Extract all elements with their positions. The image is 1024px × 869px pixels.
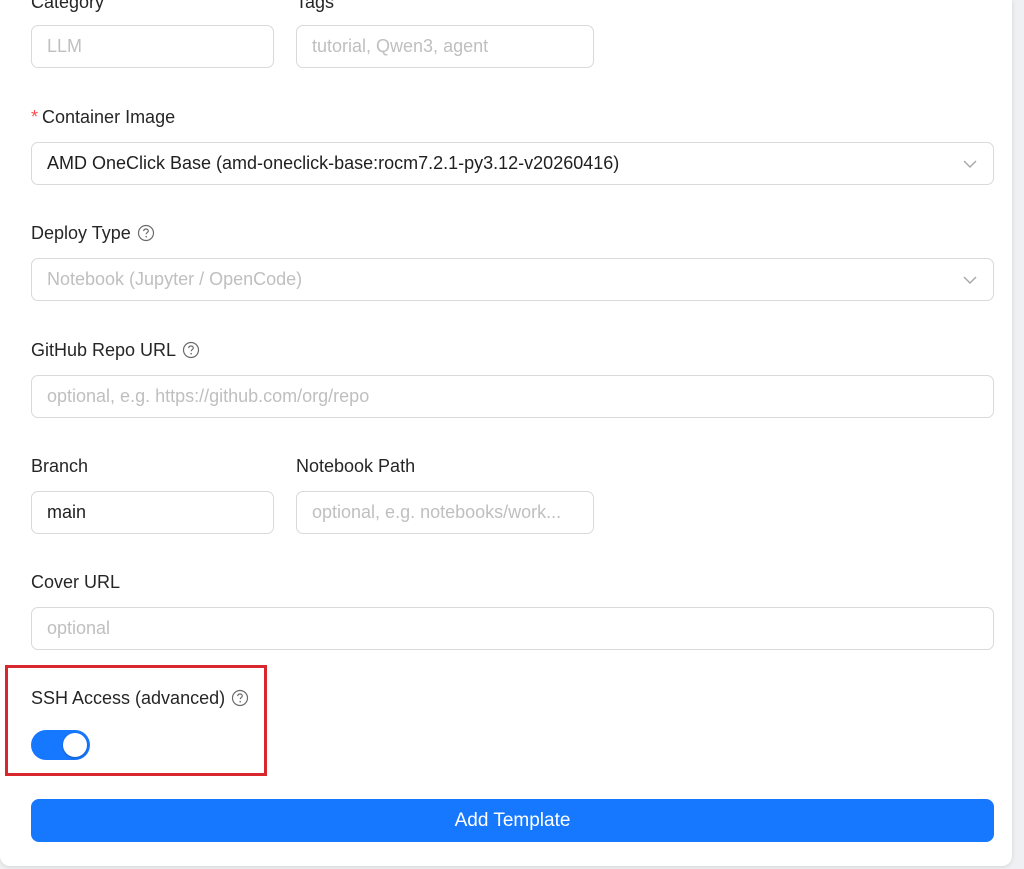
ssh-access-label: SSH Access (advanced) [31, 686, 249, 710]
chevron-down-icon [962, 156, 978, 172]
branch-input[interactable]: main [31, 491, 274, 534]
category-input[interactable]: LLM [31, 25, 274, 68]
chevron-down-icon [962, 272, 978, 288]
notebook-path-input[interactable]: optional, e.g. notebooks/work... [296, 491, 594, 534]
add-template-modal: Category LLM Tags tutorial, Qwen3, agent… [0, 0, 1012, 866]
container-image-select[interactable]: AMD OneClick Base (amd-oneclick-base:roc… [31, 142, 994, 185]
add-template-button[interactable]: Add Template [31, 799, 994, 842]
question-circle-icon[interactable] [231, 689, 249, 707]
required-mark: * [31, 107, 39, 127]
page: Category LLM Tags tutorial, Qwen3, agent… [0, 0, 1024, 869]
cover-url-label: Cover URL [31, 572, 121, 592]
github-repo-url-label: GitHub Repo URL [31, 338, 200, 362]
question-circle-icon[interactable] [137, 224, 155, 242]
toggle-knob [63, 733, 87, 757]
deploy-type-select[interactable]: Notebook (Jupyter / OpenCode) [31, 258, 994, 301]
question-circle-icon[interactable] [182, 341, 200, 359]
ssh-access-toggle[interactable] [31, 730, 90, 760]
category-label: Category [31, 0, 105, 12]
cover-url-input[interactable]: optional [31, 607, 994, 650]
branch-label: Branch [31, 456, 89, 476]
notebook-path-label: Notebook Path [296, 456, 416, 476]
container-image-label: * Container Image [31, 107, 176, 127]
tags-label: Tags [296, 0, 335, 12]
github-repo-url-input[interactable]: optional, e.g. https://github.com/org/re… [31, 375, 994, 418]
deploy-type-label: Deploy Type [31, 221, 155, 245]
tags-input[interactable]: tutorial, Qwen3, agent [296, 25, 594, 68]
